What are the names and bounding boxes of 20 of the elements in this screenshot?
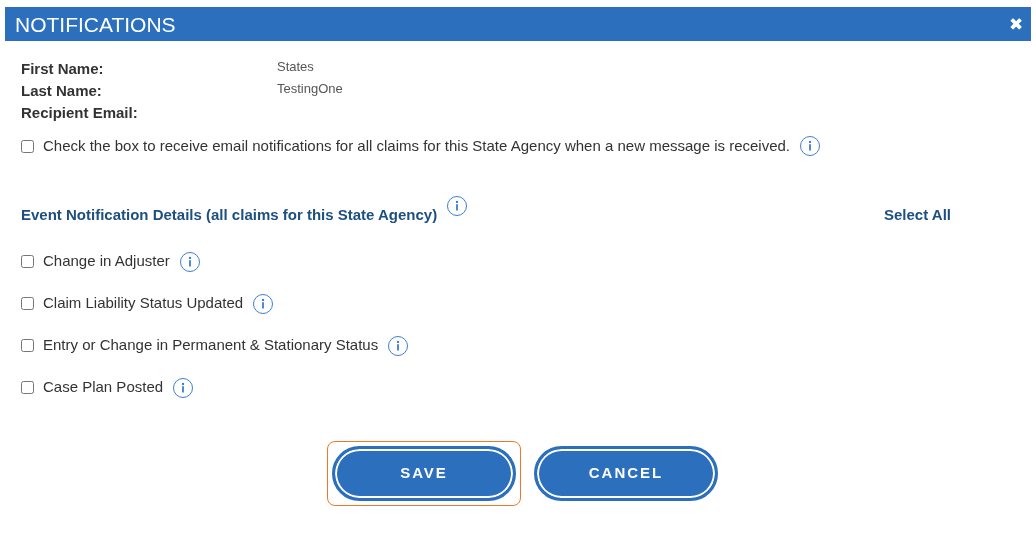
save-button[interactable]: SAVE <box>327 440 521 506</box>
checkbox[interactable] <box>21 381 34 394</box>
close-button[interactable]: ✖ <box>1009 15 1023 33</box>
field-label: Last Name: <box>21 80 103 101</box>
checkbox[interactable] <box>21 297 34 310</box>
field-value: TestingOne <box>277 80 343 99</box>
option-label: Check the box to receive email notifications for all claims for this State Agency when a new message is received. <box>43 135 791 156</box>
field-label: First Name: <box>21 58 105 79</box>
checkbox[interactable] <box>21 339 34 352</box>
checkbox[interactable] <box>21 139 34 153</box>
window-title: NOTIFICATIONS <box>15 13 176 35</box>
option-label: Case Plan Posted <box>43 377 164 398</box>
option-label: Change in Adjuster <box>43 251 170 272</box>
field-label: Recipient Email: <box>21 102 139 123</box>
checkbox[interactable] <box>21 255 34 268</box>
section-heading: Event Notification Details (all claims for this State Agency) <box>21 205 438 225</box>
select-all-link[interactable]: Select All <box>884 204 951 227</box>
option-label: Claim Liability Status Updated <box>43 293 244 314</box>
field-value: States <box>277 58 314 77</box>
option-label: Entry or Change in Permanent & Stationary Status <box>43 335 379 356</box>
